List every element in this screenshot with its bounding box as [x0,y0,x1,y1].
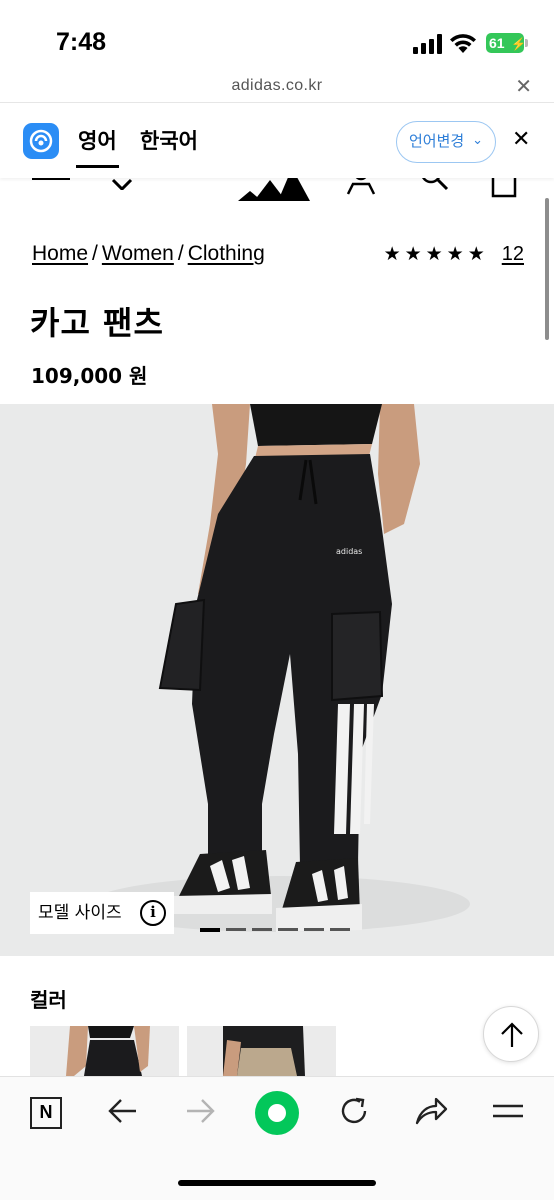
tab-source-language[interactable]: 영어 [76,127,119,168]
rating-stars-icon: ★★★★★ [383,244,489,265]
product-title: 카고 팬츠 [30,304,164,342]
close-translation-icon[interactable]: ✕ [512,129,530,151]
review-count-link[interactable]: 12 [502,243,524,265]
color-swatch-beige[interactable] [187,1026,336,1076]
breadcrumb-separator: / [177,242,184,265]
status-time: 7:48 [56,28,107,56]
battery-level: 61 [489,35,505,51]
breadcrumb-home[interactable]: Home [32,242,88,265]
gallery-dot[interactable] [304,928,324,931]
home-indicator[interactable] [178,1180,376,1186]
breadcrumb-separator: / [92,242,98,265]
breadcrumb: Home / Women / Clothing [32,240,265,268]
forward-arrow-icon[interactable] [184,1095,216,1127]
cellular-signal-icon [413,34,443,54]
breadcrumb-women[interactable]: Women [102,242,174,265]
url-text[interactable]: adidas.co.kr [231,77,322,94]
tab-target-language[interactable]: 한국어 [140,127,198,155]
arrow-up-icon [501,1022,523,1047]
color-swatch-black[interactable] [30,1026,179,1076]
url-bar[interactable]: adidas.co.kr ✕ [0,72,554,102]
model-size-label: 모델 사이즈 [38,903,122,923]
product-rating[interactable]: ★★★★★ 12 [384,240,524,269]
svg-text:adidas: adidas [336,547,362,556]
gallery-dot[interactable] [200,928,220,932]
home-button[interactable] [255,1091,299,1135]
gallery-dot[interactable] [252,928,272,931]
gallery-dot[interactable] [330,928,350,931]
menu-icon[interactable] [492,1095,524,1127]
chevron-down-icon: ⌄ [472,133,483,148]
color-section-title: 컬러 [30,988,67,1012]
page-scrollbar[interactable] [545,198,549,340]
naver-icon[interactable]: N [30,1097,62,1129]
change-language-label: 언어변경 [409,132,465,150]
breadcrumb-clothing[interactable]: Clothing [188,242,265,265]
info-icon[interactable]: i [140,900,166,926]
gallery-dot[interactable] [278,928,298,931]
color-swatch-image [223,1026,305,1076]
gallery-pagination [200,928,360,932]
model-size-button[interactable]: 모델 사이즈 i [30,892,174,934]
change-language-button[interactable]: 언어변경 ⌄ [396,121,496,163]
battery-icon: 61 ⚡ [486,33,526,53]
wifi-icon [450,34,476,53]
reload-icon[interactable] [338,1095,370,1127]
back-arrow-icon[interactable] [107,1095,139,1127]
status-bar: 7:48 61 ⚡ [0,0,554,72]
color-swatch-image [66,1026,150,1076]
product-price: 109,000 원 [31,364,148,388]
product-photo: adidas [90,404,470,932]
gallery-dot[interactable] [226,928,246,931]
close-tab-icon[interactable]: ✕ [515,76,532,96]
translation-bar: 영어 한국어 언어변경 ⌄ ✕ [0,102,554,178]
charging-bolt-icon: ⚡ [511,37,526,51]
product-image-gallery[interactable]: adidas [0,404,554,956]
share-icon[interactable] [414,1095,448,1127]
scroll-to-top-button[interactable] [483,1006,539,1062]
papago-app-icon[interactable] [23,123,59,159]
